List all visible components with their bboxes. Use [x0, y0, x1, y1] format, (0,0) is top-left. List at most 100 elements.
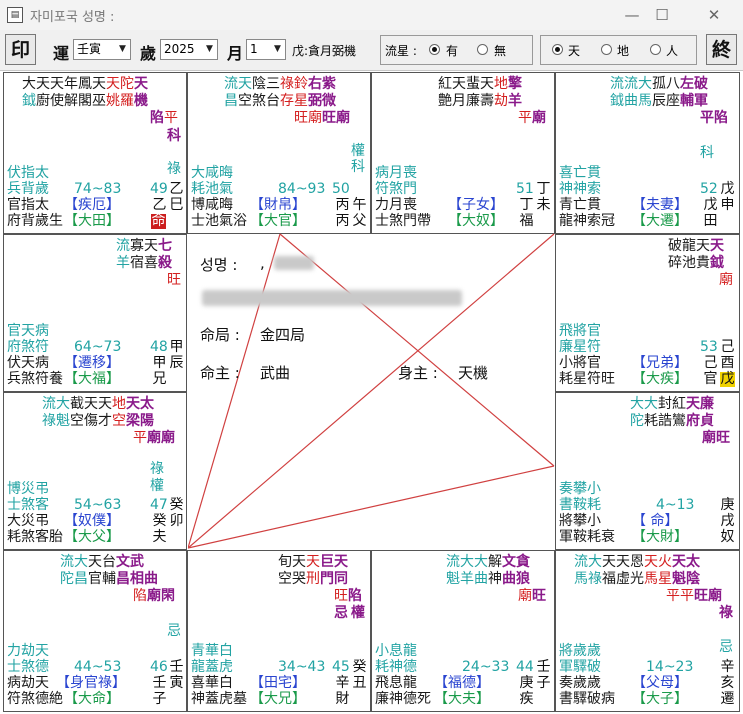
star-char: 流 [116, 238, 130, 254]
shensha-row-2: 神神索 [559, 181, 601, 197]
liuxing-radio-wu[interactable] [477, 44, 488, 55]
stem-1: 戊 [720, 181, 735, 197]
palace-wei[interactable]: 紅天蜚天地擎 艶月廉壽劫羊 平廟 病月喪 符煞門 力月喪 士煞門帶 51 【子女… [371, 72, 555, 234]
palace-wu[interactable]: 流天陰三祿鈴右紫 昌空煞台存星弼微 旺廟旺廟 權 科 大咸晦 耗池氣 博咸晦 士… [187, 72, 371, 234]
palace-si[interactable]: 大天天年鳳天天陀天 鉞廚使解閣巫姚羅機 陷平 科 祿 伏指太 兵背歲 官指太 府… [3, 72, 187, 234]
palace-chou[interactable]: 旬天天巨天 空哭刑門同 旺陷 忌 權 青華白 龍蓋虎 喜華白 神蓋虎墓 34~4… [187, 550, 371, 712]
star-char: 廟 [161, 430, 175, 446]
shenzhu-label: 身主 : [398, 364, 438, 382]
shensha-row-4: 神蓋虎墓 [191, 691, 247, 707]
branch: 丑 [352, 675, 367, 691]
daxian-range: 74~83 [74, 181, 122, 197]
shensha-row-4: 符煞德絶 [7, 691, 63, 707]
star-row: 流大截天天地天太 [42, 396, 154, 413]
star-char: 龍 [682, 238, 696, 254]
shensha-row-1: 官天病 [7, 323, 49, 339]
palace-xu[interactable]: 大大封紅天廉 陀耗誥鸞府貞 廟旺 奏攀小 書鞍耗 將攀小 軍鞍耗衰 4~13 【… [555, 392, 740, 550]
shensha-row-1: 青華白 [191, 643, 233, 659]
star-char: 破 [694, 76, 708, 92]
star-char: 昌 [74, 571, 88, 587]
palace-you[interactable]: 破龍天天 碎池貴鉞 廟 飛將官 廉星符 小將官 耗星符旺 53 【兄弟】 【大疾… [555, 234, 740, 392]
chevron-down-icon: ▼ [119, 44, 126, 54]
star-char: 旺 [322, 110, 336, 126]
star-char: 陰 [686, 571, 700, 587]
star-char: 解 [64, 93, 78, 109]
chevron-down-icon: ▼ [206, 44, 213, 54]
end-button[interactable]: 終 [706, 34, 737, 65]
sui-select[interactable]: 2025 ▼ [160, 39, 218, 60]
star-char: 傷 [84, 413, 98, 429]
palace-mao[interactable]: 流大截天天地天太 祿魁空傷才空梁陽 平廟廟 祿 權 博災弔 士煞客 大災弔 耗煞… [3, 392, 187, 550]
star-char: 流 [42, 396, 56, 412]
star-char: 曲 [624, 93, 638, 109]
view-radio-tian[interactable] [552, 44, 563, 55]
star-char: 廟 [518, 588, 532, 604]
star-char: 陀 [120, 76, 134, 92]
star-char: 年 [64, 76, 78, 92]
star-char: 天 [106, 76, 120, 92]
shensha-row-4: 士煞門帶 [375, 213, 431, 229]
view-option-ren: 人 [666, 44, 679, 58]
yue-select-value: 1 [250, 42, 258, 56]
star-char: 曲 [144, 571, 158, 587]
star-char: 廟 [308, 110, 322, 126]
palace-shen[interactable]: 流流大孤八左破 鉞曲馬辰座輔軍 平陷 科 喜亡貫 神神索 青亡貫 龍神索冠 52… [555, 72, 740, 234]
shensha-row-4: 廉神德死 [375, 691, 431, 707]
view-radio-di[interactable] [601, 44, 612, 55]
age-number: 45 [332, 659, 350, 675]
star-char: 旺 [694, 588, 708, 604]
palace-hai[interactable]: 流大天天恩天火天太 馬祿福虛光馬星魁陰 平平旺廟 祿 忌 將歲歲 軍驛破 奏歲歲… [555, 550, 740, 712]
palace-name: 【疾厄】 [64, 197, 120, 213]
dapalace-name: 【大疾】 [632, 371, 688, 387]
star-row: 紅天蜚天地擎 [438, 76, 522, 93]
minimize-button[interactable]: — [618, 4, 646, 26]
brightness-row: 平陷 [700, 110, 728, 127]
star-char: 武 [130, 554, 144, 570]
star-char: 大 [638, 76, 652, 92]
palace-yin[interactable]: 流大天台文武 陀昌官輔昌相曲 陷廟閑 忌 力劫天 士煞德 病劫天 符煞德絶 44… [3, 550, 187, 712]
star-char: 廉 [700, 396, 714, 412]
palace-zi[interactable]: 流大大解文貪 魁羊曲神曲狼 廟旺 小息龍 耗神德 飛息龍 廉神德死 24~33 … [371, 550, 555, 712]
palace-name: 【父母】 [632, 675, 688, 691]
stem-2: 壬 [152, 675, 167, 691]
branch-2: 子 [152, 691, 167, 707]
star-row: 祿魁空傷才空梁陽 [42, 413, 154, 430]
star-char: 天 [238, 76, 252, 92]
shensha-row-4: 耗煞客胎 [7, 529, 63, 545]
age-number: 53 [700, 339, 718, 355]
star-char: 蜚 [466, 76, 480, 92]
maximize-button[interactable]: ☐ [648, 4, 676, 26]
branch: 卯 [169, 513, 184, 529]
star-char: 地 [112, 396, 126, 412]
star-char: 廉 [466, 93, 480, 109]
branch-2: 遷 [720, 691, 735, 707]
shensha-row-1: 飛將官 [559, 323, 601, 339]
star-char: 大 [588, 554, 602, 570]
age-number: 51 [516, 181, 534, 197]
star-char: 流 [60, 554, 74, 570]
liuxing-radio-you[interactable] [429, 44, 440, 55]
star-char: 鉞 [610, 93, 624, 109]
close-button[interactable]: ✕ [700, 4, 728, 26]
star-char: 流 [610, 76, 624, 92]
star-char: 存 [280, 93, 294, 109]
hua-ji: 忌 [719, 639, 733, 655]
daxian-range: 34~43 [278, 659, 326, 675]
star-char: 天 [672, 554, 686, 570]
star-char: 八 [666, 76, 680, 92]
yue-label: 月 [227, 44, 244, 63]
star-char: 擎 [508, 76, 522, 92]
palace-chen[interactable]: 流寡天七 羊宿喜殺 旺 官天病 府煞符 伏天病 兵煞符養 64~73 48 【遷… [3, 234, 187, 392]
star-row: 旬天天巨天 [278, 554, 348, 571]
brightness-row: 平廟 [518, 110, 546, 127]
star-char: 天 [98, 396, 112, 412]
print-button[interactable]: 印 [5, 34, 36, 65]
shensha-row-3: 飛息龍 [375, 675, 417, 691]
palace-name: 【奴僕】 [64, 513, 120, 529]
yue-select[interactable]: 1 ▼ [246, 39, 286, 60]
star-char: 天 [50, 76, 64, 92]
yun-select[interactable]: 壬寅 ▼ [73, 39, 131, 60]
star-char: 天 [686, 396, 700, 412]
star-char: 平 [518, 110, 532, 126]
view-radio-ren[interactable] [650, 44, 661, 55]
